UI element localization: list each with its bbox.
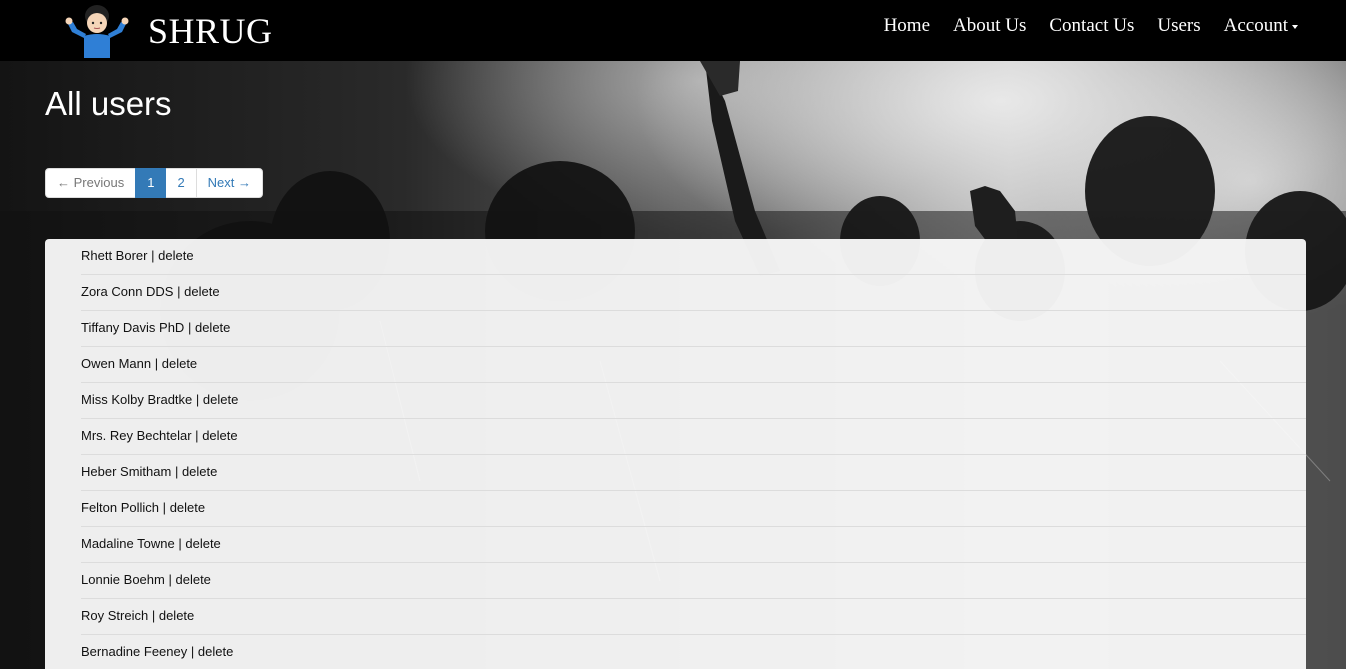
delete-link[interactable]: delete [195,320,230,335]
delete-link[interactable]: delete [184,284,219,299]
caret-down-icon [1292,24,1298,29]
user-name[interactable]: Tiffany Davis PhD [81,320,184,335]
delete-link[interactable]: delete [198,644,233,659]
delete-link[interactable]: delete [185,536,220,551]
user-list: Rhett Borer | delete Zora Conn DDS | del… [45,239,1306,669]
delete-link[interactable]: delete [182,464,217,479]
navbar: SHRUG Home About Us Contact Us Users Acc… [0,0,1346,61]
user-name[interactable]: Owen Mann [81,356,151,371]
user-name[interactable]: Lonnie Boehm [81,572,165,587]
list-item: Roy Streich | delete [81,599,1306,635]
pagination-page-1[interactable]: 1 [135,168,167,198]
list-item: Tiffany Davis PhD | delete [81,311,1306,347]
delete-link[interactable]: delete [159,608,194,623]
list-item: Owen Mann | delete [81,347,1306,383]
separator: | [168,572,172,587]
pagination-page-2[interactable]: 2 [165,168,197,198]
delete-link[interactable]: delete [170,500,205,515]
nav-item-users[interactable]: Users [1157,15,1200,37]
separator: | [178,536,182,551]
shrug-person-icon [65,4,129,58]
delete-link[interactable]: delete [203,392,238,407]
list-item: Mrs. Rey Bechtelar | delete [81,419,1306,455]
user-list-panel: Rhett Borer | delete Zora Conn DDS | del… [45,239,1306,669]
nav-item-account-dropdown[interactable]: Account [1224,15,1298,37]
separator: | [162,500,167,515]
separator: | [195,428,199,443]
separator: | [154,356,159,371]
delete-link[interactable]: delete [162,356,197,371]
delete-link[interactable]: delete [202,428,237,443]
user-name[interactable]: Rhett Borer [81,248,147,263]
user-name[interactable]: Felton Pollich [81,500,159,515]
separator: | [151,608,156,623]
nav-item-about-us[interactable]: About Us [953,15,1026,37]
user-name[interactable]: Heber Smitham [81,464,171,479]
list-item: Rhett Borer | delete [81,239,1306,275]
user-name[interactable]: Madaline Towne [81,536,175,551]
main-nav: Home About Us Contact Us Users Account [861,0,1298,52]
user-name[interactable]: Roy Streich [81,608,148,623]
account-label: Account [1223,15,1288,36]
separator: | [177,284,181,299]
user-name[interactable]: Bernadine Feeney [81,644,187,659]
delete-link[interactable]: delete [175,572,210,587]
list-item: Bernadine Feeney | delete [81,635,1306,669]
list-item: Felton Pollich | delete [81,491,1306,527]
separator: | [190,644,195,659]
list-item: Miss Kolby Bradtke | delete [81,383,1306,419]
page-title: All users [45,85,172,122]
user-name[interactable]: Zora Conn DDS [81,284,173,299]
list-item: Zora Conn DDS | delete [81,275,1306,311]
list-item: Lonnie Boehm | delete [81,563,1306,599]
user-name[interactable]: Mrs. Rey Bechtelar [81,428,192,443]
separator: | [151,248,155,263]
pagination-previous[interactable]: ← Previous [45,168,137,198]
nav-item-contact-us[interactable]: Contact Us [1049,15,1134,37]
nav-item-home[interactable]: Home [884,15,930,37]
pagination: ← Previous 1 2 Next → [45,168,264,198]
brand-title: SHRUG [148,10,273,51]
separator: | [195,392,200,407]
separator: | [187,320,192,335]
user-name[interactable]: Miss Kolby Bradtke [81,392,192,407]
separator: | [174,464,179,479]
pagination-next[interactable]: Next → [195,168,264,198]
delete-link[interactable]: delete [158,248,193,263]
list-item: Madaline Towne | delete [81,527,1306,563]
brand[interactable]: SHRUG [64,0,273,61]
list-item: Heber Smitham | delete [81,455,1306,491]
